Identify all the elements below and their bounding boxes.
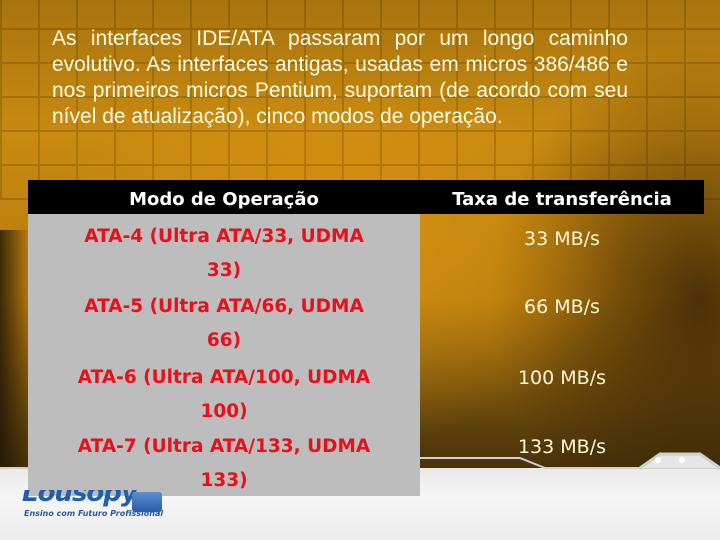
mode-line2: 66) — [206, 330, 242, 351]
mode-line1: ATA-5 (Ultra ATA/66, UDMA — [84, 296, 364, 317]
transfer-modes-table: Modo de Operação Taxa de transferência — [28, 180, 704, 214]
rate-cell: 33 MB/s — [524, 228, 600, 250]
header-rate: Taxa de transferência — [452, 189, 672, 210]
rate-cell: 66 MB/s — [524, 296, 600, 318]
mode-line1: ATA-4 (Ultra ATA/33, UDMA — [84, 226, 364, 247]
mode-line2: 100) — [200, 401, 248, 422]
table-header: Modo de Operação Taxa de transferência — [28, 180, 704, 214]
mode-line1: ATA-6 (Ultra ATA/100, UDMA — [77, 367, 371, 388]
header-mode: Modo de Operação — [129, 189, 319, 210]
mode-line1: ATA-7 (Ultra ATA/133, UDMA — [77, 436, 371, 457]
mode-line2: 33) — [206, 260, 242, 281]
rate-cell: 133 MB/s — [517, 436, 607, 458]
company-logo: Lousopy Ensino com Futuro Profissional — [20, 478, 170, 520]
logo-tagline: Ensino com Futuro Profissional — [24, 509, 164, 518]
intro-paragraph: As interfaces IDE/ATA passaram por um lo… — [52, 27, 628, 128]
logo-wordmark: Lousopy — [22, 478, 137, 508]
rate-cell: 100 MB/s — [517, 367, 607, 389]
